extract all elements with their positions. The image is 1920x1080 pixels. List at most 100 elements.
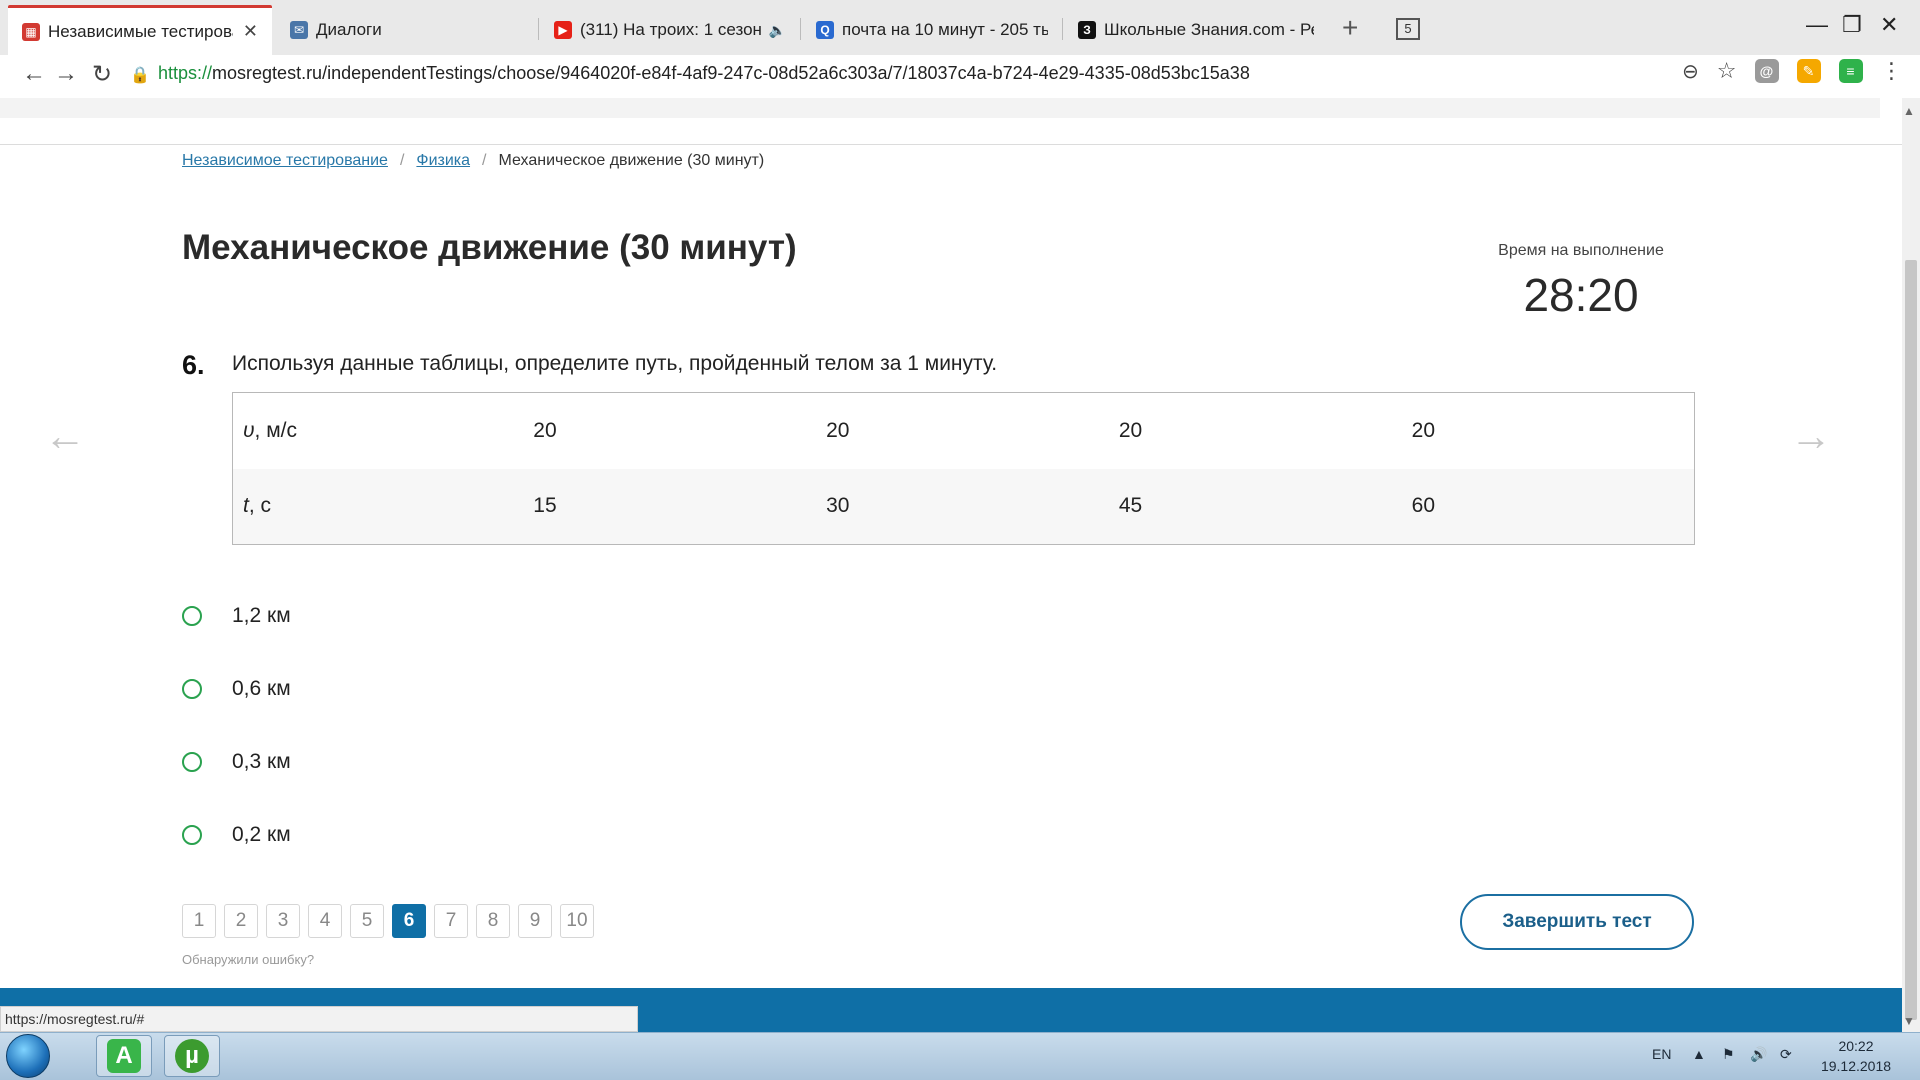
answer-option-1[interactable]: 1,2 км xyxy=(182,604,291,628)
pager-page-1[interactable]: 1 xyxy=(182,904,216,938)
start-button-icon[interactable] xyxy=(6,1034,50,1078)
timer-value: 28:20 xyxy=(1523,269,1639,321)
language-indicator[interactable]: EN xyxy=(1652,1046,1671,1062)
tab-separator xyxy=(800,18,801,40)
back-icon[interactable]: ← xyxy=(22,60,46,88)
breadcrumb-separator: / xyxy=(482,152,487,169)
pager-page-8[interactable]: 8 xyxy=(476,904,510,938)
mail-extension-icon[interactable]: @ xyxy=(1754,59,1779,83)
taskbar-app-utorrent[interactable]: µ xyxy=(164,1035,220,1077)
answer-option-2[interactable]: 0,6 км xyxy=(182,677,291,701)
timer-label: Время на выполнение xyxy=(1498,242,1664,259)
forward-icon[interactable]: → xyxy=(54,60,78,88)
pager-page-4[interactable]: 4 xyxy=(308,904,342,938)
reload-icon[interactable]: ↻ xyxy=(92,60,112,89)
tab-youtube[interactable]: ▶ (311) На троих: 1 сезон 20 с 🔈 xyxy=(540,5,800,55)
app-a-icon: A xyxy=(107,1039,141,1073)
answer-option-label: 1,2 км xyxy=(232,604,291,627)
table-row-header: t, с xyxy=(232,468,524,545)
taskbar-app-launcher[interactable]: A xyxy=(96,1035,152,1077)
previous-question-arrow-icon[interactable]: ← xyxy=(44,412,86,460)
clock-date: 19.12.2018 xyxy=(1820,1058,1892,1074)
breadcrumb-link-independent-testing[interactable]: Независимое тестирование xyxy=(182,152,388,170)
address-bar-actions: ⊖ ☆ @ ✎ ≡ ⋮ xyxy=(1682,58,1903,84)
network-icon[interactable]: ⚑ xyxy=(1722,1046,1735,1063)
lock-icon: 🔒 xyxy=(130,67,150,84)
table-cell: 20 xyxy=(826,418,850,442)
close-tab-icon[interactable]: ✕ xyxy=(243,21,258,42)
report-error-link[interactable]: Обнаружили ошибку? xyxy=(182,952,314,967)
bookmark-star-icon[interactable]: ☆ xyxy=(1717,58,1737,84)
restore-icon[interactable]: ❐ xyxy=(1842,12,1862,38)
tab-dialogs[interactable]: ✉ Диалоги xyxy=(276,5,536,55)
show-hidden-icons-icon[interactable]: ▲ xyxy=(1692,1046,1706,1062)
vk-favicon-icon: ✉ xyxy=(290,21,308,39)
clock-time: 20:22 xyxy=(1838,1038,1874,1054)
zoom-out-icon[interactable]: ⊖ xyxy=(1682,59,1699,84)
radio-button[interactable] xyxy=(182,606,202,626)
radio-button[interactable] xyxy=(182,825,202,845)
pager-page-5[interactable]: 5 xyxy=(350,904,384,938)
tab-count-icon[interactable]: 5 xyxy=(1396,18,1420,40)
chat-extension-icon[interactable]: ✎ xyxy=(1796,59,1821,83)
notes-extension-icon[interactable]: ≡ xyxy=(1838,59,1863,83)
taskbar-clock[interactable]: 20:22 19.12.2018 xyxy=(1808,1036,1904,1076)
tab-znanija[interactable]: З Школьные Знания.com - Реша xyxy=(1064,5,1328,55)
table-cell: 15 xyxy=(523,468,817,545)
table-cell: 20 xyxy=(1118,418,1143,442)
pager-page-9[interactable]: 9 xyxy=(518,904,552,938)
table-cell: 45 xyxy=(1108,468,1402,545)
next-question-arrow-icon[interactable]: → xyxy=(1790,412,1832,460)
question-data-table: υ, м/с 20 20 20 20 t, с 15 30 45 60 xyxy=(232,392,1695,545)
table-row: υ, м/с 20 20 20 20 xyxy=(233,393,1695,469)
radio-button[interactable] xyxy=(182,752,202,772)
pager-page-6-current[interactable]: 6 xyxy=(392,904,426,938)
breadcrumb: Независимое тестирование / Физика / Меха… xyxy=(182,152,764,170)
youtube-favicon-icon: ▶ xyxy=(554,21,572,39)
pager-page-3[interactable]: 3 xyxy=(266,904,300,938)
table-row: t, с 15 30 45 60 xyxy=(232,468,1695,545)
answer-option-4[interactable]: 0,2 км xyxy=(182,823,291,847)
windows-taskbar xyxy=(0,1032,1920,1080)
pager-page-10[interactable]: 10 xyxy=(560,904,594,938)
page-title: Механическое движение (30 минут) xyxy=(182,228,797,267)
question-pager: 1 2 3 4 5 6 7 8 9 10 xyxy=(182,904,594,938)
scroll-up-icon[interactable]: ▲ xyxy=(1903,104,1915,118)
new-tab-button[interactable]: + xyxy=(1342,14,1358,42)
url-field[interactable]: 🔒 https:// mosregtest.ru/independentTest… xyxy=(130,55,1870,91)
table-row-header: υ, м/с xyxy=(243,418,297,442)
answer-option-label: 0,2 км xyxy=(232,823,291,846)
browser-tab-strip: ▦ Независимые тестирования ✕ ✉ Диалоги ▶… xyxy=(0,0,1920,55)
site-favicon-icon: ▦ xyxy=(22,22,40,41)
scrollbar-thumb[interactable] xyxy=(1905,260,1917,1020)
close-window-icon[interactable]: ✕ xyxy=(1880,12,1898,38)
pager-page-2[interactable]: 2 xyxy=(224,904,258,938)
speaker-icon[interactable]: 🔈 xyxy=(769,22,786,39)
tab-yandex-search[interactable]: Q почта на 10 минут - 205 тыс. ре xyxy=(802,5,1062,55)
search-favicon-icon: Q xyxy=(816,21,834,39)
radio-button[interactable] xyxy=(182,679,202,699)
minimize-icon[interactable]: — xyxy=(1806,12,1828,38)
question-text: Используя данные таблицы, определите пут… xyxy=(232,352,998,375)
finish-test-button[interactable]: Завершить тест xyxy=(1460,894,1694,950)
browser-menu-icon[interactable]: ⋮ xyxy=(1881,58,1903,84)
breadcrumb-link-physics[interactable]: Физика xyxy=(416,152,470,170)
pager-page-7[interactable]: 7 xyxy=(434,904,468,938)
answer-option-3[interactable]: 0,3 км xyxy=(182,750,291,774)
table-cell: 60 xyxy=(1401,468,1695,545)
table-cell: 20 xyxy=(533,418,557,442)
site-header-strip xyxy=(0,98,1880,118)
table-cell: 20 xyxy=(1411,418,1436,442)
volume-icon[interactable]: 🔊 xyxy=(1750,1046,1767,1063)
tab-separator xyxy=(1062,18,1063,40)
breadcrumb-separator: / xyxy=(399,152,405,169)
scroll-down-icon[interactable]: ▼ xyxy=(1903,1014,1915,1028)
znanija-favicon-icon: З xyxy=(1078,21,1096,39)
table-cell: 30 xyxy=(816,468,1109,545)
utorrent-icon: µ xyxy=(175,1039,209,1073)
security-icon[interactable]: ⟳ xyxy=(1780,1046,1792,1063)
question-number: 6. xyxy=(182,350,205,380)
answer-option-label: 0,3 км xyxy=(232,750,291,773)
tab-independent-testing[interactable]: ▦ Независимые тестирования ✕ xyxy=(8,5,272,55)
status-bar-url: https://mosregtest.ru/# xyxy=(0,1006,638,1032)
